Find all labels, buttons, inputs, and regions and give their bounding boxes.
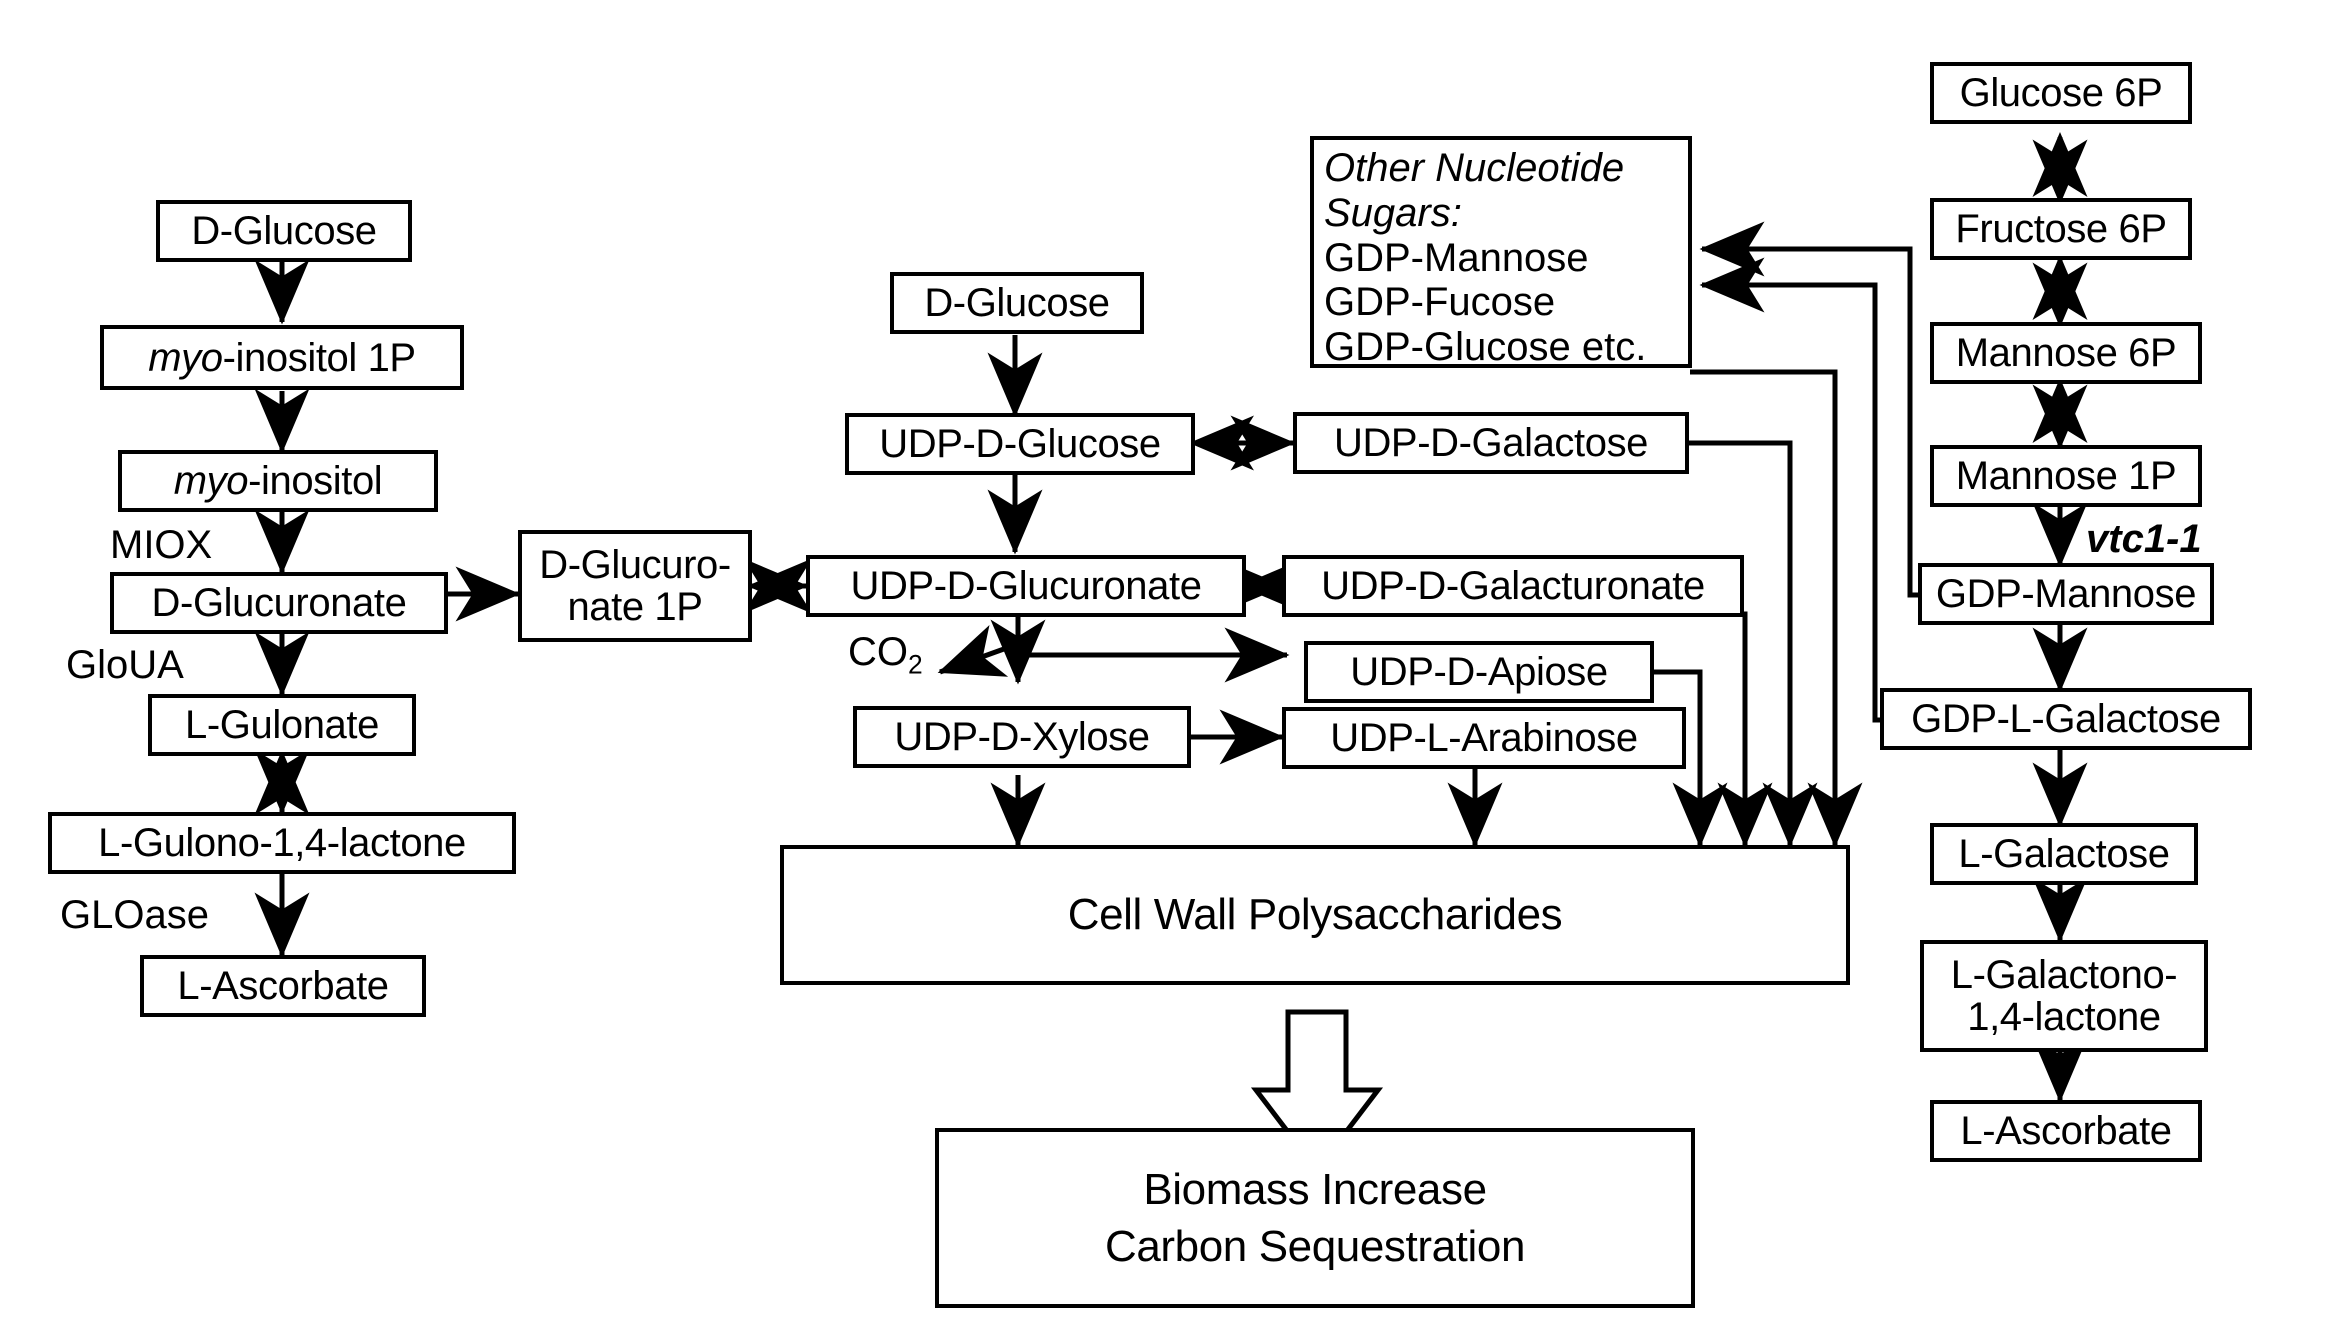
node-l-gulonate: L-Gulonate bbox=[148, 694, 416, 756]
node-d-glucose-left: D-Glucose bbox=[156, 200, 412, 262]
node-d-glucose-center: D-Glucose bbox=[890, 272, 1144, 334]
edge-gdplgalactose-to-othernucleotidesugars bbox=[1699, 257, 1880, 723]
node-udp-d-xylose: UDP-D-Xylose bbox=[853, 706, 1191, 768]
node-udp-d-galactose: UDP-D-Galactose bbox=[1293, 412, 1689, 474]
nucleotide-sugars-item-0: GDP-Mannose bbox=[1324, 235, 1589, 280]
node-udp-d-galacturonate: UDP-D-Galacturonate bbox=[1282, 555, 1744, 617]
edge-gdpmannose-to-othernucleotidesugars bbox=[1699, 221, 1918, 598]
node-l-ascorbate-right: L-Ascorbate bbox=[1930, 1100, 2202, 1162]
node-glucose-6p: Glucose 6P bbox=[1930, 62, 2192, 124]
node-myo-inositol: myo-inositol bbox=[118, 450, 438, 512]
edge-udpdgalactose-to-cellwall bbox=[1688, 440, 1818, 848]
edge-udpdgalacturonate-to-cellwall bbox=[1717, 611, 1773, 848]
nucleotide-sugars-item-1: GDP-Fucose bbox=[1324, 280, 1556, 325]
node-d-glucuronate-1p: D-Glucuro- nate 1P bbox=[518, 530, 752, 642]
node-other-nucleotide-sugars: Other Nucleotide Sugars: GDP-Mannose GDP… bbox=[1310, 136, 1692, 370]
node-cell-wall-polysaccharides: Cell Wall Polysaccharides bbox=[780, 845, 1850, 985]
node-udp-d-glucose: UDP-D-Glucose bbox=[845, 413, 1195, 475]
label-enzyme-miox: MIOX bbox=[110, 523, 213, 567]
node-l-galactose: L-Galactose bbox=[1930, 823, 2198, 885]
node-l-ascorbate-left: L-Ascorbate bbox=[140, 955, 426, 1017]
pathway-diagram-canvas: D-Glucose myo-inositol 1P myo-inositol M… bbox=[0, 0, 2336, 1341]
node-udp-d-apiose: UDP-D-Apiose bbox=[1304, 641, 1654, 703]
node-udp-l-arabinose: UDP-L-Arabinose bbox=[1282, 707, 1686, 769]
node-myo-inositol-1p: myo-inositol 1P bbox=[100, 325, 464, 390]
label-enzyme-gloase: GLOase bbox=[60, 893, 209, 937]
nucleotide-sugars-item-2: GDP-Glucose etc. bbox=[1324, 325, 1647, 370]
node-mannose-6p: Mannose 6P bbox=[1930, 322, 2202, 384]
node-mannose-1p: Mannose 1P bbox=[1930, 445, 2202, 507]
label-vtc1-1-mutant: vtc1-1 bbox=[2086, 517, 2202, 561]
label-enzyme-glouA: GloUA bbox=[66, 643, 184, 687]
node-fructose-6p: Fructose 6P bbox=[1930, 198, 2192, 260]
node-d-glucuronate: D-Glucuronate bbox=[110, 572, 448, 634]
node-l-gulono-1-4-lactone: L-Gulono-1,4-lactone bbox=[48, 812, 516, 874]
node-gdp-mannose: GDP-Mannose bbox=[1918, 563, 2214, 625]
edge-co2-release bbox=[937, 624, 1016, 677]
label-co2: CO2 bbox=[848, 630, 923, 680]
node-gdp-l-galactose: GDP-L-Galactose bbox=[1880, 688, 2252, 750]
node-biomass-carbon: Biomass Increase Carbon Sequestration bbox=[935, 1128, 1695, 1308]
node-l-galactono-1-4-lactone: L-Galactono- 1,4-lactone bbox=[1920, 940, 2208, 1052]
node-udp-d-glucuronate: UDP-D-Glucuronate bbox=[806, 555, 1246, 617]
nucleotide-sugars-header-line1: Other Nucleotide bbox=[1324, 146, 1625, 190]
nucleotide-sugars-header-line2: Sugars: bbox=[1324, 190, 1462, 235]
